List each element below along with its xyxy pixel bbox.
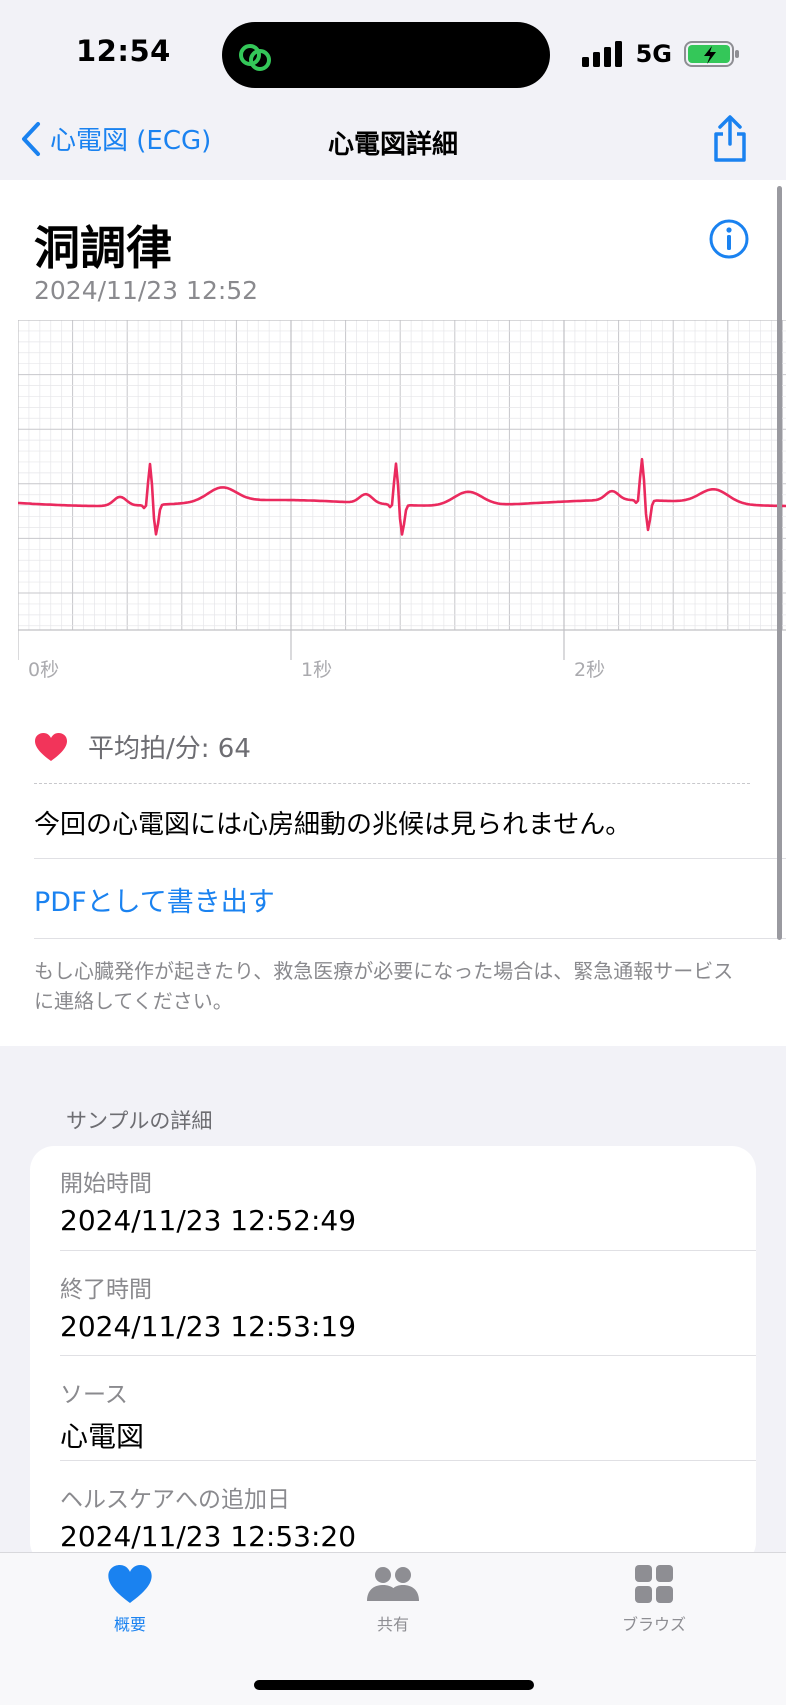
status-bar: 12:54 5G bbox=[0, 0, 786, 108]
ecg-waveform-chart: 0秒 1秒 2秒 bbox=[18, 320, 786, 681]
heart-icon bbox=[108, 1565, 152, 1603]
time-axis-label-2: 2秒 bbox=[574, 659, 605, 681]
detail-label: ソース bbox=[60, 1382, 128, 1408]
detail-row-start-time: 開始時間 2024/11/23 12:52:49 bbox=[60, 1164, 356, 1237]
export-pdf-button[interactable]: PDFとして書き出す bbox=[34, 880, 275, 919]
detail-row-end-time: 終了時間 2024/11/23 12:53:19 bbox=[60, 1270, 356, 1343]
time-axis-label-1: 1秒 bbox=[301, 659, 332, 681]
divider bbox=[34, 783, 750, 784]
detail-label: ヘルスケアへの追加日 bbox=[60, 1487, 290, 1513]
home-indicator bbox=[254, 1680, 534, 1690]
grid-icon bbox=[635, 1565, 673, 1603]
status-right: 5G bbox=[581, 40, 740, 68]
scrollbar[interactable] bbox=[777, 186, 782, 940]
emergency-note: もし心臓発作が起きたり、救急医療が必要になった場合は、緊急通報サービスに連絡して… bbox=[34, 959, 734, 1013]
network-type: 5G bbox=[635, 40, 672, 68]
detail-value: 2024/11/23 12:53:19 bbox=[60, 1310, 357, 1343]
divider bbox=[60, 1250, 756, 1251]
detail-value: 心電図 bbox=[60, 1420, 145, 1453]
detail-row-source: ソース 心電図 bbox=[60, 1375, 144, 1455]
divider bbox=[34, 938, 786, 939]
people-icon bbox=[367, 1567, 419, 1601]
divider bbox=[60, 1460, 756, 1461]
detail-value: 2024/11/23 12:53:20 bbox=[60, 1520, 357, 1553]
ecg-grid bbox=[18, 320, 786, 660]
heart-icon bbox=[35, 732, 67, 761]
sample-details-card: 開始時間 2024/11/23 12:52:49 終了時間 2024/11/23… bbox=[30, 1146, 756, 1566]
tab-label: ブラウズ bbox=[621, 1615, 686, 1634]
recording-datetime: 2024/11/23 12:52 bbox=[34, 276, 259, 305]
detail-row-added-date: ヘルスケアへの追加日 2024/11/23 12:53:20 bbox=[60, 1480, 356, 1553]
ecg-trace bbox=[18, 457, 786, 536]
detail-label: 終了時間 bbox=[60, 1277, 152, 1303]
result-text: 今回の心電図には心房細動の兆候は見られません。 bbox=[34, 810, 632, 840]
divider bbox=[60, 1355, 756, 1356]
rhythm-classification: 洞調律 bbox=[34, 221, 172, 275]
link-activity-icon bbox=[239, 44, 271, 71]
info-icon[interactable] bbox=[708, 218, 750, 260]
tab-summary[interactable]: 概要 bbox=[70, 1563, 190, 1635]
tab-sharing[interactable]: 共有 bbox=[333, 1563, 453, 1635]
share-icon[interactable] bbox=[710, 114, 750, 164]
detail-label: 開始時間 bbox=[60, 1171, 152, 1197]
divider bbox=[34, 858, 786, 859]
battery-charging-icon bbox=[684, 41, 739, 67]
time-axis-label-0: 0秒 bbox=[28, 659, 59, 681]
tab-browse[interactable]: ブラウズ bbox=[594, 1563, 714, 1635]
status-time: 12:54 bbox=[76, 34, 171, 68]
navigation-bar: 心電図 (ECG) 心電図詳細 bbox=[0, 108, 786, 180]
sample-details-header: サンプルの詳細 bbox=[66, 1109, 213, 1133]
cellular-signal-icon bbox=[581, 41, 622, 67]
average-heart-rate: 平均拍/分: 64 bbox=[34, 728, 251, 765]
page-title: 心電図詳細 bbox=[327, 130, 458, 160]
detail-value: 2024/11/23 12:52:49 bbox=[60, 1204, 357, 1237]
tab-label: 共有 bbox=[376, 1615, 409, 1634]
average-bpm-label: 平均拍/分: 64 bbox=[88, 734, 251, 764]
tab-label: 概要 bbox=[113, 1615, 146, 1634]
